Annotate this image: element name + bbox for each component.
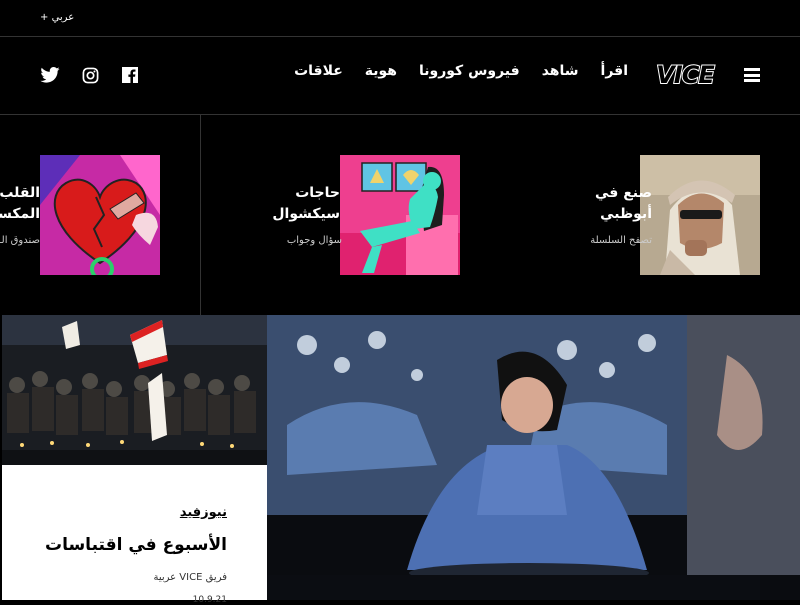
nav-link-relationships[interactable]: علاقات <box>294 63 343 79</box>
vice-logo[interactable]: VICE <box>647 60 723 92</box>
article-title[interactable]: الأسبوع في اقتباسات <box>45 535 227 555</box>
nav-link-watch[interactable]: شاهد <box>542 63 579 79</box>
language-switch[interactable]: + عربي <box>40 12 74 23</box>
article-category[interactable]: نيوزفيد <box>180 505 227 520</box>
article-card[interactable]: نيوزفيد الأسبوع في اقتباسات فريق VICE عر… <box>2 465 267 605</box>
series-title-sexual[interactable]: حاجات سيكشوال <box>272 183 340 225</box>
series-thumbnail-abudhabi[interactable] <box>640 155 760 275</box>
main-nav: اقرأ شاهد فيروس كورونا هوية علاقات VICE <box>0 36 800 115</box>
series-subtitle-sexual[interactable]: سؤال وجواب <box>287 235 342 246</box>
series-title-abudhabi[interactable]: صنع في أبوظبي <box>595 183 652 225</box>
series-thumbnail-sexual[interactable] <box>340 155 460 275</box>
top-bar: + عربي <box>0 0 800 37</box>
twitter-icon[interactable] <box>40 66 60 84</box>
nav-links: اقرأ شاهد فيروس كورونا هوية علاقات <box>294 63 628 79</box>
strip-divider <box>200 115 201 315</box>
hamburger-menu-icon[interactable] <box>744 68 760 82</box>
hero-image[interactable] <box>267 315 800 600</box>
nav-link-read[interactable]: اقرأ <box>601 63 628 79</box>
nav-link-identity[interactable]: هوية <box>365 63 397 79</box>
series-thumbnail-heart[interactable] <box>40 155 160 275</box>
svg-text:VICE: VICE <box>656 62 715 88</box>
instagram-icon[interactable] <box>80 66 100 84</box>
facebook-icon[interactable] <box>120 66 140 84</box>
article-byline: فريق VICE عربية <box>153 572 227 583</box>
series-title-heart[interactable]: القلب المكسور <box>0 183 40 225</box>
series-strip: صنع في أبوظبي تصفح السلسلة حاجات سيكشوال… <box>0 115 800 315</box>
nav-link-coronavirus[interactable]: فيروس كورونا <box>419 63 520 79</box>
protest-photo[interactable] <box>2 315 267 465</box>
series-subtitle-abudhabi[interactable]: تصفح السلسلة <box>590 235 652 246</box>
article-date: 10.9.21 <box>192 595 227 605</box>
series-subtitle-heart[interactable]: صندوق الـ <box>0 235 40 246</box>
feature-section: نيوزفيد الأسبوع في اقتباسات فريق VICE عر… <box>0 315 800 605</box>
